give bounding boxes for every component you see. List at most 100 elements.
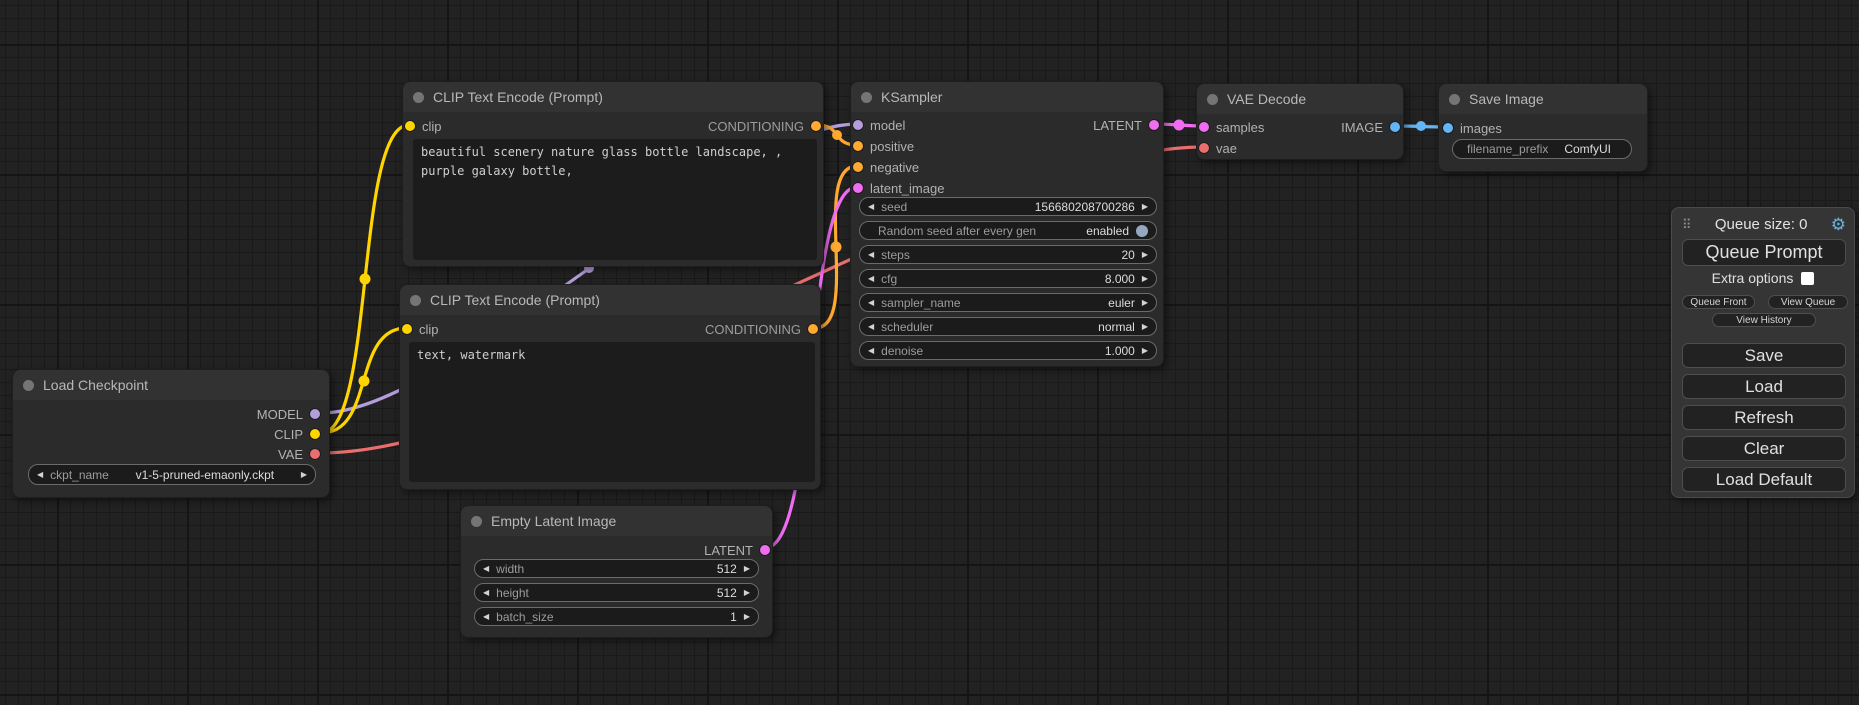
random-seed-widget[interactable]: Random seed after every gen enabled [859, 221, 1157, 240]
node-clip-text-encode-positive[interactable]: CLIP Text Encode (Prompt) clip CONDITION… [402, 81, 824, 267]
negative-prompt-textarea[interactable]: text, watermark [409, 342, 815, 482]
input-vae[interactable]: vae [1199, 139, 1237, 157]
queue-prompt-button[interactable]: Queue Prompt [1682, 239, 1846, 266]
sampler-name-widget[interactable]: ◀ sampler_name euler ▶ [859, 293, 1157, 312]
height-widget[interactable]: ◀ height 512 ▶ [474, 583, 759, 602]
input-clip[interactable]: clip [402, 320, 439, 338]
node-save-image[interactable]: Save Image images filename_prefix ComfyU… [1438, 83, 1648, 172]
output-vae[interactable]: VAE [278, 445, 320, 463]
clip-port-icon[interactable] [310, 429, 320, 439]
steps-widget[interactable]: ◀ steps 20 ▶ [859, 245, 1157, 264]
output-model[interactable]: MODEL [257, 405, 320, 423]
load-button[interactable]: Load [1682, 374, 1846, 399]
view-history-button[interactable]: View History [1712, 313, 1816, 327]
collapse-dot-icon[interactable] [410, 295, 421, 306]
view-queue-button[interactable]: View Queue [1768, 295, 1848, 309]
node-empty-latent-image[interactable]: Empty Latent Image LATENT ◀ width 512 ▶ … [460, 505, 773, 638]
save-button[interactable]: Save [1682, 343, 1846, 368]
decrement-arrow-icon[interactable]: ◀ [868, 323, 874, 331]
scheduler-widget[interactable]: ◀ scheduler normal ▶ [859, 317, 1157, 336]
random-seed-toggle-icon[interactable] [1136, 225, 1148, 237]
decrement-arrow-icon[interactable]: ◀ [868, 347, 874, 355]
increment-arrow-icon[interactable]: ▶ [1142, 347, 1148, 355]
node-ksampler[interactable]: KSampler model positive negative latent_… [850, 81, 1164, 367]
collapse-dot-icon[interactable] [1449, 94, 1460, 105]
input-negative[interactable]: negative [853, 158, 919, 176]
node-header[interactable]: CLIP Text Encode (Prompt) [403, 82, 823, 112]
conditioning-port-icon[interactable] [853, 141, 863, 151]
graph-canvas[interactable]: Load Checkpoint MODEL CLIP VAE ◀ ckpt_na… [0, 0, 1859, 705]
vae-port-icon[interactable] [1199, 143, 1209, 153]
latent-port-icon[interactable] [1199, 122, 1209, 132]
increment-arrow-icon[interactable]: ▶ [744, 589, 750, 597]
cfg-widget[interactable]: ◀ cfg 8.000 ▶ [859, 269, 1157, 288]
increment-arrow-icon[interactable]: ▶ [744, 565, 750, 573]
node-vae-decode[interactable]: VAE Decode samples vae IMAGE [1196, 83, 1404, 160]
output-conditioning[interactable]: CONDITIONING [708, 117, 821, 135]
decrement-arrow-icon[interactable]: ◀ [868, 299, 874, 307]
settings-gear-icon[interactable]: ⚙ [1831, 216, 1846, 233]
increment-arrow-icon[interactable]: ▶ [1142, 299, 1148, 307]
input-positive[interactable]: positive [853, 137, 914, 155]
comfy-menu-panel[interactable]: ⠿ Queue size: 0 ⚙ Queue Prompt Extra opt… [1671, 207, 1855, 498]
clear-button[interactable]: Clear [1682, 436, 1846, 461]
width-widget[interactable]: ◀ width 512 ▶ [474, 559, 759, 578]
queue-front-button[interactable]: Queue Front [1682, 295, 1755, 309]
clip-port-icon[interactable] [402, 324, 412, 334]
positive-prompt-textarea[interactable]: beautiful scenery nature glass bottle la… [413, 139, 817, 260]
increment-arrow-icon[interactable]: ▶ [301, 471, 307, 479]
decrement-arrow-icon[interactable]: ◀ [483, 589, 489, 597]
output-image[interactable]: IMAGE [1341, 118, 1400, 136]
output-latent[interactable]: LATENT [704, 541, 770, 559]
decrement-arrow-icon[interactable]: ◀ [868, 203, 874, 211]
input-clip[interactable]: clip [405, 117, 442, 135]
extra-options-checkbox[interactable] [1801, 272, 1814, 285]
image-port-icon[interactable] [1443, 123, 1453, 133]
increment-arrow-icon[interactable]: ▶ [1142, 203, 1148, 211]
collapse-dot-icon[interactable] [413, 92, 424, 103]
load-default-button[interactable]: Load Default [1682, 467, 1846, 492]
node-header[interactable]: CLIP Text Encode (Prompt) [400, 285, 820, 315]
node-header[interactable]: KSampler [851, 82, 1163, 112]
model-port-icon[interactable] [853, 120, 863, 130]
node-header[interactable]: Save Image [1439, 84, 1647, 114]
latent-port-icon[interactable] [853, 183, 863, 193]
increment-arrow-icon[interactable]: ▶ [1142, 251, 1148, 259]
vae-port-icon[interactable] [310, 449, 320, 459]
conditioning-port-icon[interactable] [853, 162, 863, 172]
input-samples[interactable]: samples [1199, 118, 1264, 136]
collapse-dot-icon[interactable] [23, 380, 34, 391]
collapse-dot-icon[interactable] [861, 92, 872, 103]
refresh-button[interactable]: Refresh [1682, 405, 1846, 430]
node-header[interactable]: Empty Latent Image [461, 506, 772, 536]
image-port-icon[interactable] [1390, 122, 1400, 132]
latent-port-icon[interactable] [1149, 120, 1159, 130]
node-load-checkpoint[interactable]: Load Checkpoint MODEL CLIP VAE ◀ ckpt_na… [12, 369, 330, 498]
model-port-icon[interactable] [310, 409, 320, 419]
output-clip[interactable]: CLIP [274, 425, 320, 443]
seed-widget[interactable]: ◀ seed 156680208700286 ▶ [859, 197, 1157, 216]
output-conditioning[interactable]: CONDITIONING [705, 320, 818, 338]
node-header[interactable]: VAE Decode [1197, 84, 1403, 114]
conditioning-port-icon[interactable] [808, 324, 818, 334]
collapse-dot-icon[interactable] [471, 516, 482, 527]
filename-prefix-widget[interactable]: filename_prefix ComfyUI [1452, 139, 1632, 159]
batch-size-widget[interactable]: ◀ batch_size 1 ▶ [474, 607, 759, 626]
clip-port-icon[interactable] [405, 121, 415, 131]
denoise-widget[interactable]: ◀ denoise 1.000 ▶ [859, 341, 1157, 360]
drag-handle-icon[interactable]: ⠿ [1682, 218, 1692, 231]
decrement-arrow-icon[interactable]: ◀ [37, 471, 43, 479]
decrement-arrow-icon[interactable]: ◀ [483, 613, 489, 621]
ckpt-name-widget[interactable]: ◀ ckpt_name v1-5-pruned-emaonly.ckpt ▶ [28, 464, 316, 485]
node-header[interactable]: Load Checkpoint [13, 370, 329, 400]
increment-arrow-icon[interactable]: ▶ [1142, 275, 1148, 283]
increment-arrow-icon[interactable]: ▶ [1142, 323, 1148, 331]
decrement-arrow-icon[interactable]: ◀ [868, 275, 874, 283]
decrement-arrow-icon[interactable]: ◀ [483, 565, 489, 573]
conditioning-port-icon[interactable] [811, 121, 821, 131]
decrement-arrow-icon[interactable]: ◀ [868, 251, 874, 259]
input-images[interactable]: images [1443, 119, 1502, 137]
increment-arrow-icon[interactable]: ▶ [744, 613, 750, 621]
latent-port-icon[interactable] [760, 545, 770, 555]
collapse-dot-icon[interactable] [1207, 94, 1218, 105]
